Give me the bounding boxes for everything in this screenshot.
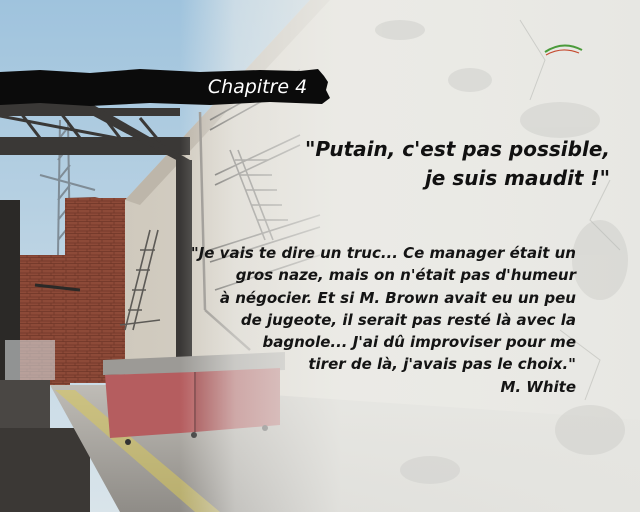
chapter-quote: "Putain, c'est pas possible, je suis mau…: [230, 135, 610, 193]
story-line: à négocier. Et si M. Brown avait eu un p…: [219, 288, 576, 307]
story-line: bagnole... J'ai dû improviser pour me: [262, 333, 576, 352]
quote-line: "Putain, c'est pas possible,: [304, 137, 610, 161]
story-line: tirer de là, j'avais pas le choix.": [308, 355, 576, 374]
story-line: "Je vais te dire un truc... Ce manager é…: [190, 244, 576, 262]
quote-line: je suis maudit !": [424, 166, 610, 190]
chapter-title: Chapitre 4: [207, 76, 308, 98]
story-line: gros naze, mais on n'était pas d'humeur: [235, 266, 576, 285]
story-line: de jugeote, il serait pas resté là avec …: [240, 310, 576, 329]
story-author: M. White: [500, 377, 576, 396]
chapter-story-text: "Je vais te dire un truc... Ce manager é…: [156, 242, 576, 398]
